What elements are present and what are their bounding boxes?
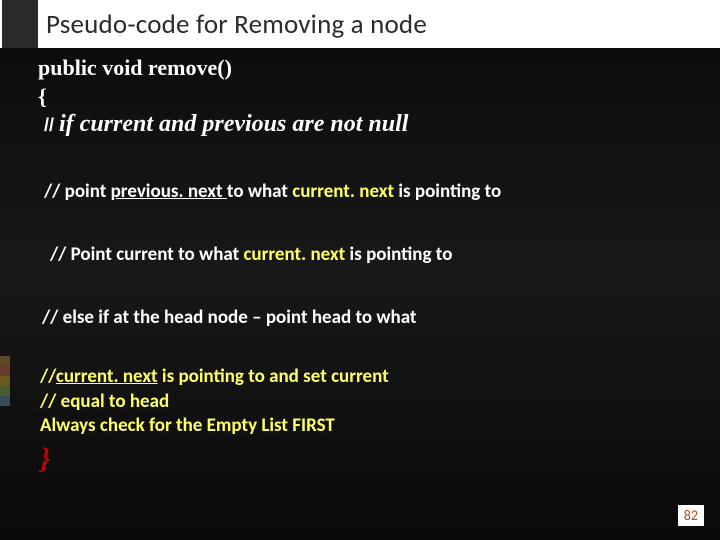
comment-condition: // if current and previous are not null — [44, 110, 682, 139]
comment-point-current: // Point current to what current. next i… — [50, 243, 682, 266]
comment-block-bottom: //current. next is pointing to and set c… — [40, 365, 682, 438]
text: is pointing to and set — [158, 365, 331, 388]
title-accent-block — [2, 0, 38, 48]
highlight-current: current — [331, 365, 389, 388]
text: to what — [227, 180, 292, 203]
comment-empty-list: Always check for the Empty List FIRST — [40, 414, 682, 438]
text: // point — [44, 180, 111, 203]
text: is pointing to — [394, 180, 501, 203]
slide-content: public void remove() { // if current and… — [0, 48, 720, 540]
page-number: 82 — [678, 505, 704, 526]
title-bar: Pseudo-code for Removing a node — [0, 0, 720, 48]
highlight-current-next: current. next — [243, 243, 345, 266]
slide: Pseudo-code for Removing a node public v… — [0, 0, 720, 540]
comment-else-head: // else if at the head node – point head… — [42, 306, 682, 329]
code-signature: public void remove() — [38, 54, 682, 82]
comment-equal-head: // equal to head — [40, 390, 682, 414]
comment-current-next-line: //current. next is pointing to and set c… — [40, 365, 682, 389]
slide-title: Pseudo-code for Removing a node — [46, 8, 427, 41]
comment-point-previous: // point previous. next to what current.… — [44, 180, 682, 203]
text: previous. next — [111, 180, 227, 203]
open-brace: { — [38, 84, 682, 110]
text: is pointing to — [345, 243, 452, 266]
highlight-current-next: current. next — [292, 180, 394, 203]
text: // Point current to what — [50, 243, 243, 266]
close-brace: } — [40, 442, 682, 476]
text: // — [40, 365, 56, 388]
comment-condition-text: if current and previous are not null — [59, 111, 408, 137]
highlight-current-next: current. next — [56, 365, 158, 388]
comment-slashes: // — [44, 115, 59, 135]
